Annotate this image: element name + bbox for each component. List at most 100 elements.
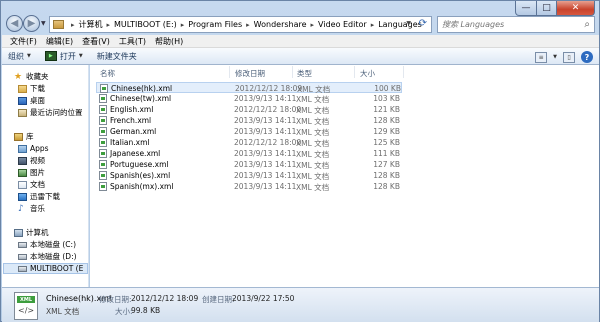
- column-divider[interactable]: [292, 66, 293, 78]
- xml-file-icon: [100, 84, 108, 93]
- sidebar-item-libraries[interactable]: 库: [14, 131, 34, 142]
- xml-badge: XML: [17, 296, 35, 303]
- sidebar-item-desktop[interactable]: 桌面: [18, 95, 45, 106]
- file-name: English.xml: [110, 105, 154, 114]
- sidebar-item-recent[interactable]: 最近访问的位置: [18, 107, 83, 118]
- sidebar-item-drive-d[interactable]: 本地磁盘 (D:): [18, 251, 77, 262]
- breadcrumb-program-files[interactable]: Program Files: [188, 20, 242, 29]
- new-folder-button[interactable]: 新建文件夹: [97, 51, 137, 62]
- chevron-right-icon[interactable]: ▸: [371, 21, 375, 29]
- desktop-icon: [18, 96, 27, 105]
- menu-file[interactable]: 文件(F): [10, 36, 37, 47]
- chevron-right-icon[interactable]: ▸: [246, 21, 250, 29]
- menu-view[interactable]: 查看(V): [82, 36, 110, 47]
- forward-arrow-icon: ▶: [27, 18, 36, 29]
- column-divider[interactable]: [403, 66, 404, 78]
- open-button[interactable]: ▶ 打开 ▼: [44, 51, 83, 62]
- refresh-icon[interactable]: ⟳: [419, 18, 427, 29]
- recent-places-icon: [18, 108, 27, 117]
- chevron-right-icon[interactable]: ▸: [71, 21, 75, 29]
- xml-file-icon: [99, 127, 107, 136]
- help-icon[interactable]: ?: [581, 51, 593, 63]
- sidebar-item-label: 桌面: [30, 96, 45, 105]
- search-input[interactable]: [442, 20, 572, 29]
- search-icon[interactable]: ⌕: [584, 19, 590, 30]
- sidebar-item-drive-e[interactable]: MULTIBOOT (E: [3, 263, 88, 274]
- details-created-label: 创建日期:: [202, 295, 235, 304]
- file-name: German.xml: [110, 127, 157, 136]
- recent-pages-dropdown-icon[interactable]: ▼: [41, 20, 46, 27]
- dropdown-arrow-icon: ▼: [78, 53, 83, 59]
- breadcrumb-computer[interactable]: 计算机: [79, 19, 103, 30]
- file-size: 100 KB: [374, 84, 401, 93]
- view-dropdown-icon[interactable]: ▼: [553, 54, 557, 60]
- column-divider[interactable]: [354, 66, 355, 78]
- file-row[interactable]: English.xml 2012/12/12 18:00 XML 文档 121 …: [96, 104, 402, 115]
- file-size: 103 KB: [373, 94, 400, 103]
- sidebar-item-videos[interactable]: 视频: [18, 155, 45, 166]
- change-view-icon[interactable]: ≡: [535, 51, 548, 63]
- file-name: French.xml: [110, 116, 152, 125]
- chevron-right-icon[interactable]: ▸: [107, 21, 111, 29]
- dropdown-arrow-icon: ▼: [27, 53, 31, 59]
- menu-tools[interactable]: 工具(T): [119, 36, 146, 47]
- search-box[interactable]: ⌕: [437, 16, 595, 33]
- sidebar-item-documents[interactable]: 文档: [18, 179, 45, 190]
- back-button[interactable]: ◀: [6, 15, 23, 32]
- file-row[interactable]: Spanish(mx).xml 2013/9/13 14:11 XML 文档 1…: [96, 181, 402, 192]
- column-divider[interactable]: [229, 66, 230, 78]
- sidebar-item-computer[interactable]: 计算机: [14, 227, 49, 238]
- computer-icon: [14, 228, 23, 237]
- preview-pane-icon[interactable]: ▯: [563, 51, 575, 63]
- sidebar-item-music[interactable]: ♪ 音乐: [18, 203, 45, 214]
- sidebar-item-label: 收藏夹: [26, 72, 49, 81]
- file-row[interactable]: Spanish(es).xml 2013/9/13 14:11 XML 文档 1…: [96, 170, 402, 181]
- breadcrumb-video-editor[interactable]: Video Editor: [318, 20, 367, 29]
- hard-drive-icon: [18, 241, 27, 248]
- chevron-right-icon[interactable]: ▸: [181, 21, 185, 29]
- sidebar-item-label: MULTIBOOT (E: [30, 264, 84, 273]
- address-dropdown-icon[interactable]: ▼: [406, 20, 411, 27]
- file-row[interactable]: Italian.xml 2012/12/12 18:00 XML 文档 125 …: [96, 137, 402, 148]
- explorer-window: — □ ✕ ◀ ▶ ▼ ▸ 计算机 ▸ MULTIBOOT (E:) ▸ Pro…: [0, 0, 600, 322]
- sidebar-item-label: 库: [26, 132, 34, 141]
- file-row[interactable]: Portuguese.xml 2013/9/13 14:11 XML 文档 12…: [96, 159, 402, 170]
- sidebar-item-pictures[interactable]: 图片: [18, 167, 45, 178]
- file-row[interactable]: Chinese(hk).xml 2012/12/12 18:09 XML 文档 …: [96, 82, 402, 94]
- file-row[interactable]: Japanese.xml 2013/9/13 14:11 XML 文档 111 …: [96, 148, 402, 159]
- organize-button[interactable]: 组织 ▼: [8, 51, 31, 62]
- menu-edit[interactable]: 编辑(E): [46, 36, 73, 47]
- organize-label: 组织: [8, 51, 24, 61]
- file-size: 121 KB: [373, 105, 400, 114]
- forward-button[interactable]: ▶: [23, 15, 40, 32]
- open-with-icon: ▶: [44, 51, 57, 61]
- chevron-right-icon[interactable]: ▸: [311, 21, 315, 29]
- file-name: Chinese(tw).xml: [110, 94, 172, 103]
- command-bar: 组织 ▼ ▶ 打开 ▼ 新建文件夹 ≡ ▼ ▯ ?: [2, 48, 599, 65]
- back-arrow-icon: ◀: [10, 18, 19, 29]
- sidebar-item-label: 本地磁盘 (D:): [30, 252, 77, 261]
- file-row[interactable]: German.xml 2013/9/13 14:11 XML 文档 129 KB: [96, 126, 402, 137]
- file-type: XML 文档: [296, 183, 330, 192]
- breadcrumb-drive[interactable]: MULTIBOOT (E:): [114, 20, 177, 29]
- file-row[interactable]: Chinese(tw).xml 2013/9/13 14:11 XML 文档 1…: [96, 93, 402, 104]
- sidebar-item-drive-c[interactable]: 本地磁盘 (C:): [18, 239, 76, 250]
- xml-file-icon: [99, 116, 107, 125]
- hard-drive-icon: [18, 265, 27, 272]
- file-size: 128 KB: [373, 182, 400, 191]
- breadcrumb-wondershare[interactable]: Wondershare: [254, 20, 307, 29]
- column-header-name[interactable]: 名称: [100, 68, 115, 79]
- breadcrumb-languages[interactable]: Languages: [378, 20, 422, 29]
- file-row[interactable]: French.xml 2013/9/13 14:11 XML 文档 128 KB: [96, 115, 402, 126]
- column-header-type[interactable]: 类型: [297, 68, 312, 79]
- menu-help[interactable]: 帮助(H): [155, 36, 183, 47]
- sidebar-item-apps[interactable]: Apps: [18, 143, 49, 154]
- column-header-size[interactable]: 大小: [360, 68, 375, 79]
- address-bar[interactable]: ▸ 计算机 ▸ MULTIBOOT (E:) ▸ Program Files ▸…: [49, 16, 432, 33]
- sidebar-item-label: Apps: [30, 144, 49, 153]
- sidebar-item-xunlei[interactable]: 迅雷下载: [18, 191, 60, 202]
- sidebar-item-downloads[interactable]: 下载: [18, 83, 45, 94]
- column-header-date[interactable]: 修改日期: [235, 68, 265, 79]
- xunlei-download-icon: [18, 192, 27, 201]
- sidebar-item-favorites[interactable]: ★ 收藏夹: [14, 71, 49, 82]
